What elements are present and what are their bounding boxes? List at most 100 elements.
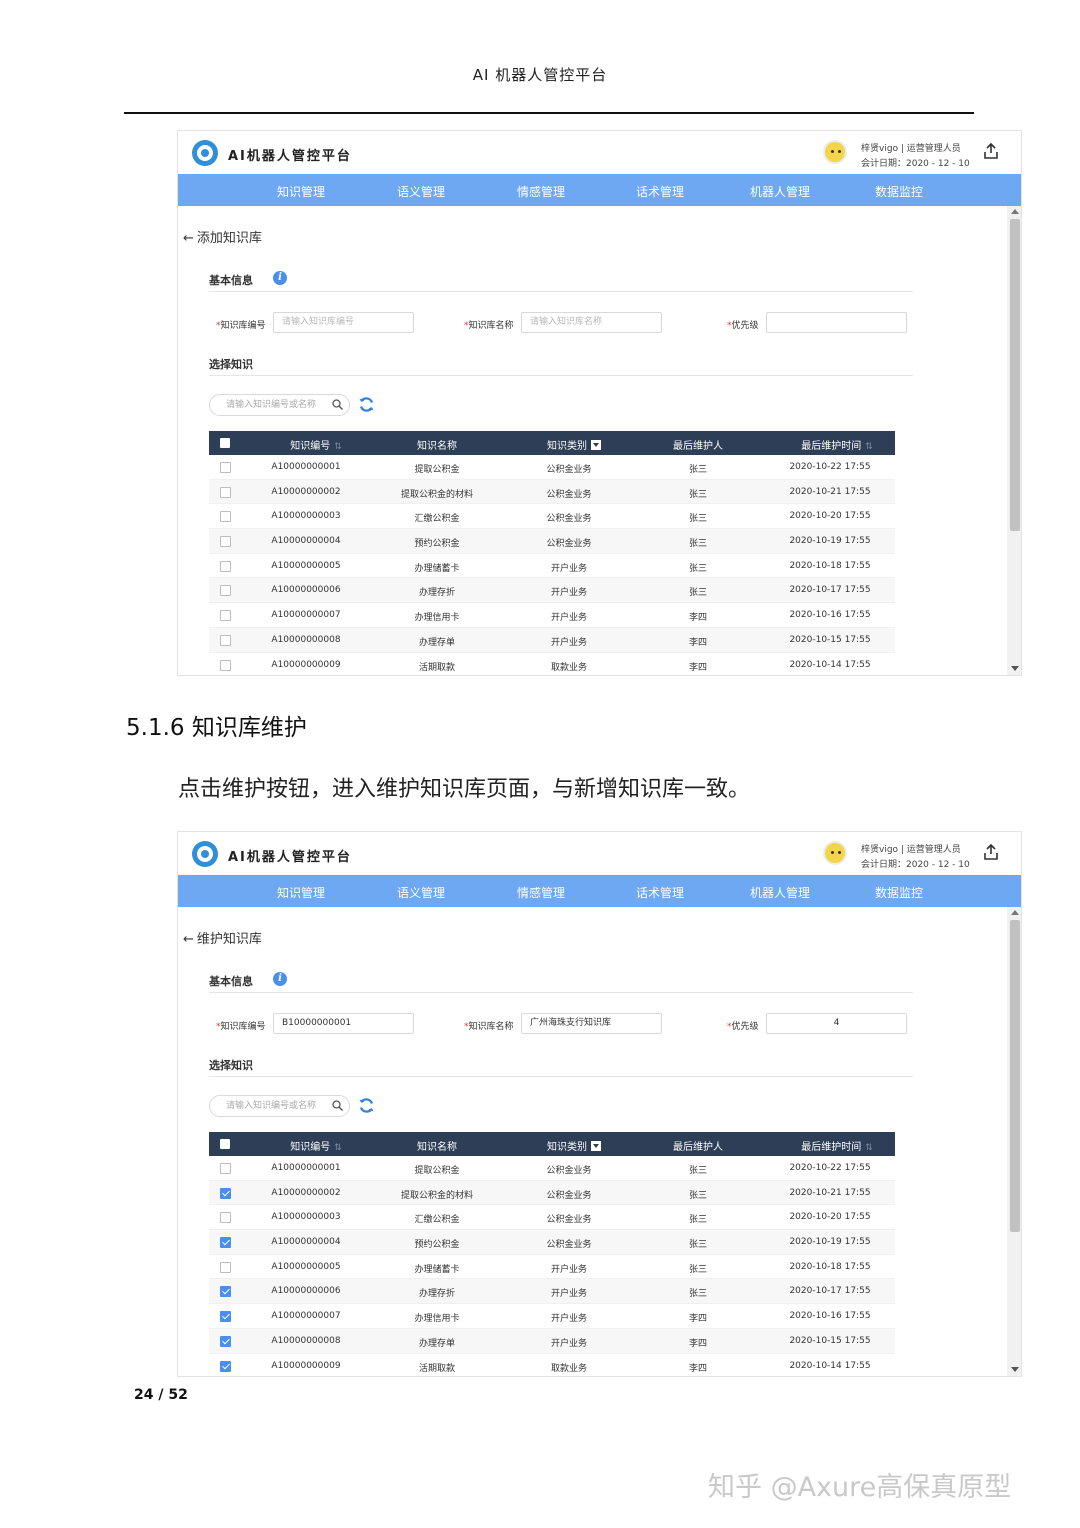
nav-item-monitor[interactable]: 数据监控	[875, 183, 923, 200]
column-header[interactable]: 知识类别	[547, 437, 601, 452]
search-icon[interactable]	[332, 399, 343, 410]
row-checkbox[interactable]	[220, 1360, 231, 1372]
scroll-up-icon[interactable]	[1011, 209, 1019, 214]
table-row[interactable]: A10000000001 提取公积金 公积金业务 张三 2020-10-22 17:55	[209, 1156, 895, 1181]
column-header[interactable]: 最后维护时间 ⇅	[801, 437, 873, 452]
scroll-up-icon[interactable]	[1011, 910, 1019, 915]
table-row[interactable]: A10000000007 办理信用卡 开户业务 李四 2020-10-16 17:55	[209, 1304, 895, 1329]
table-row[interactable]: A10000000008 办理存单 开户业务 李四 2020-10-15 17:55	[209, 627, 895, 653]
row-checkbox[interactable]	[220, 1187, 231, 1199]
table-row[interactable]: A10000000005 办理储蓄卡 开户业务 张三 2020-10-18 17:55	[209, 1255, 895, 1280]
row-checkbox[interactable]	[220, 659, 231, 671]
table-row[interactable]: A10000000009 活期取款 取款业务 李四 2020-10-14 17:55	[209, 653, 895, 676]
table-cell: 取款业务	[550, 1363, 588, 1374]
table-row[interactable]: A10000000003 汇缴公积金 公积金业务 张三 2020-10-20 17:55	[209, 504, 895, 530]
table-row[interactable]: A10000000005 办理储蓄卡 开户业务 张三 2020-10-18 17:55	[209, 554, 895, 579]
nav-item-robot[interactable]: 机器人管理	[750, 884, 810, 901]
row-checkbox[interactable]	[220, 1311, 231, 1323]
row-checkbox[interactable]	[220, 1237, 231, 1249]
scroll-down-icon[interactable]	[1011, 1367, 1019, 1372]
nav-item-knowledge[interactable]: 知识管理	[277, 884, 325, 901]
select-all-checkbox[interactable]	[220, 438, 230, 448]
column-header[interactable]: 知识编号 ⇅	[290, 437, 342, 452]
nav-item-script[interactable]: 话术管理	[636, 183, 684, 200]
table-cell: A10000000008	[271, 634, 341, 645]
table-cell: 李四	[688, 1363, 708, 1374]
scrollbar-thumb[interactable]	[1010, 219, 1020, 531]
table-cell: 办理储蓄卡	[414, 1264, 460, 1275]
table-row[interactable]: A10000000002 提取公积金的材料 公积金业务 张三 2020-10-21 17…	[209, 1180, 895, 1206]
table-cell: 提取公积金	[414, 1166, 460, 1176]
column-header: 最后维护人	[673, 1142, 723, 1153]
table-row[interactable]: A10000000004 预约公积金 公积金业务 张三 2020-10-19 17:55	[209, 1230, 895, 1255]
nav-item-emotion[interactable]: 情感管理	[517, 884, 565, 901]
table-cell: 办理存折	[418, 588, 456, 599]
row-checkbox[interactable]	[220, 1212, 231, 1224]
code-input[interactable]: B10000000001	[273, 1013, 414, 1034]
nav-item-semantics[interactable]: 语义管理	[397, 884, 445, 901]
table-cell: 预约公积金	[414, 1240, 460, 1251]
back-link[interactable]: ← 添加知识库	[183, 227, 262, 246]
accounting-date: 会计日期：2020 - 12 - 10	[861, 860, 970, 870]
search-icon[interactable]	[332, 1100, 343, 1111]
screenshot-maintain-knowledge-base: AI机器人管控平台 梓贤vigo | 运营管理人员 会计日期：2020 - 12…	[177, 831, 1022, 1377]
table-cell: 开户业务	[550, 637, 588, 648]
nav-item-robot[interactable]: 机器人管理	[750, 183, 810, 200]
column-header[interactable]: 知识类别	[547, 1138, 601, 1153]
table-row[interactable]: A10000000006 办理存折 开户业务 张三 2020-10-17 17:55	[209, 1279, 895, 1305]
divider	[209, 1076, 913, 1077]
table-cell: 公积金业务	[546, 539, 592, 550]
table-row[interactable]: A10000000001 提取公积金 公积金业务 张三 2020-10-22 17:55	[209, 455, 895, 480]
app-title: AI机器人管控平台	[228, 850, 352, 865]
name-input[interactable]: 广州海珠支行知识库	[521, 1013, 662, 1034]
export-icon[interactable]	[982, 142, 1000, 160]
scroll-down-icon[interactable]	[1011, 666, 1019, 671]
table-cell: 张三	[688, 588, 708, 599]
nav-item-semantics[interactable]: 语义管理	[397, 183, 445, 200]
priority-input[interactable]: 4	[766, 1013, 907, 1034]
table-cell: 提取公积金的材料	[400, 1190, 474, 1201]
table-row[interactable]: A10000000002 提取公积金的材料 公积金业务 张三 2020-10-21 17…	[209, 479, 895, 505]
table-row[interactable]: A10000000003 汇缴公积金 公积金业务 张三 2020-10-20 17:55	[209, 1205, 895, 1231]
avatar[interactable]	[823, 841, 847, 865]
row-checkbox[interactable]	[220, 1261, 231, 1273]
row-checkbox[interactable]	[220, 462, 231, 473]
table-row[interactable]: A10000000008 办理存单 开户业务 李四 2020-10-15 17:55	[209, 1328, 895, 1354]
row-checkbox[interactable]	[220, 634, 231, 646]
info-icon[interactable]: i	[273, 972, 287, 986]
table-cell: A10000000002	[271, 486, 341, 497]
row-checkbox[interactable]	[220, 1286, 231, 1298]
row-checkbox[interactable]	[220, 1335, 231, 1347]
nav-item-monitor[interactable]: 数据监控	[875, 884, 923, 901]
search-input[interactable]: 请输入知识编号或名称	[209, 1095, 350, 1117]
knowledge-table: 知识编号 ⇅ 知识名称 知识类别 最后维护人 最后维护时间 ⇅ A100000000…	[209, 1132, 895, 1377]
refresh-icon[interactable]	[358, 396, 375, 413]
row-checkbox[interactable]	[220, 610, 231, 622]
row-checkbox[interactable]	[220, 486, 231, 498]
name-input[interactable]: 请输入知识库名称	[521, 312, 662, 333]
table-row[interactable]: A10000000006 办理存折 开户业务 张三 2020-10-17 17:55	[209, 578, 895, 604]
table-row[interactable]: A10000000007 办理信用卡 开户业务 李四 2020-10-16 17:55	[209, 603, 895, 628]
scrollbar-thumb[interactable]	[1010, 920, 1020, 1232]
export-icon[interactable]	[982, 843, 1000, 861]
column-header[interactable]: 知识编号 ⇅	[290, 1138, 342, 1153]
code-input[interactable]: 请输入知识库编号	[273, 312, 414, 333]
avatar[interactable]	[823, 140, 847, 164]
refresh-icon[interactable]	[358, 1097, 375, 1114]
row-checkbox[interactable]	[220, 1163, 231, 1174]
row-checkbox[interactable]	[220, 536, 231, 548]
row-checkbox[interactable]	[220, 560, 231, 572]
nav-item-script[interactable]: 话术管理	[636, 884, 684, 901]
row-checkbox[interactable]	[220, 585, 231, 597]
info-icon[interactable]: i	[273, 271, 287, 285]
priority-input[interactable]	[766, 312, 907, 333]
nav-item-emotion[interactable]: 情感管理	[517, 183, 565, 200]
nav-item-knowledge[interactable]: 知识管理	[277, 183, 325, 200]
row-checkbox[interactable]	[220, 511, 231, 523]
table-row[interactable]: A10000000004 预约公积金 公积金业务 张三 2020-10-19 17:55	[209, 529, 895, 554]
search-input[interactable]: 请输入知识编号或名称	[209, 394, 350, 416]
table-row[interactable]: A10000000009 活期取款 取款业务 李四 2020-10-14 17:55	[209, 1354, 895, 1377]
select-all-checkbox[interactable]	[220, 1139, 230, 1149]
column-header[interactable]: 最后维护时间 ⇅	[801, 1138, 873, 1153]
back-link[interactable]: ← 维护知识库	[183, 928, 262, 947]
